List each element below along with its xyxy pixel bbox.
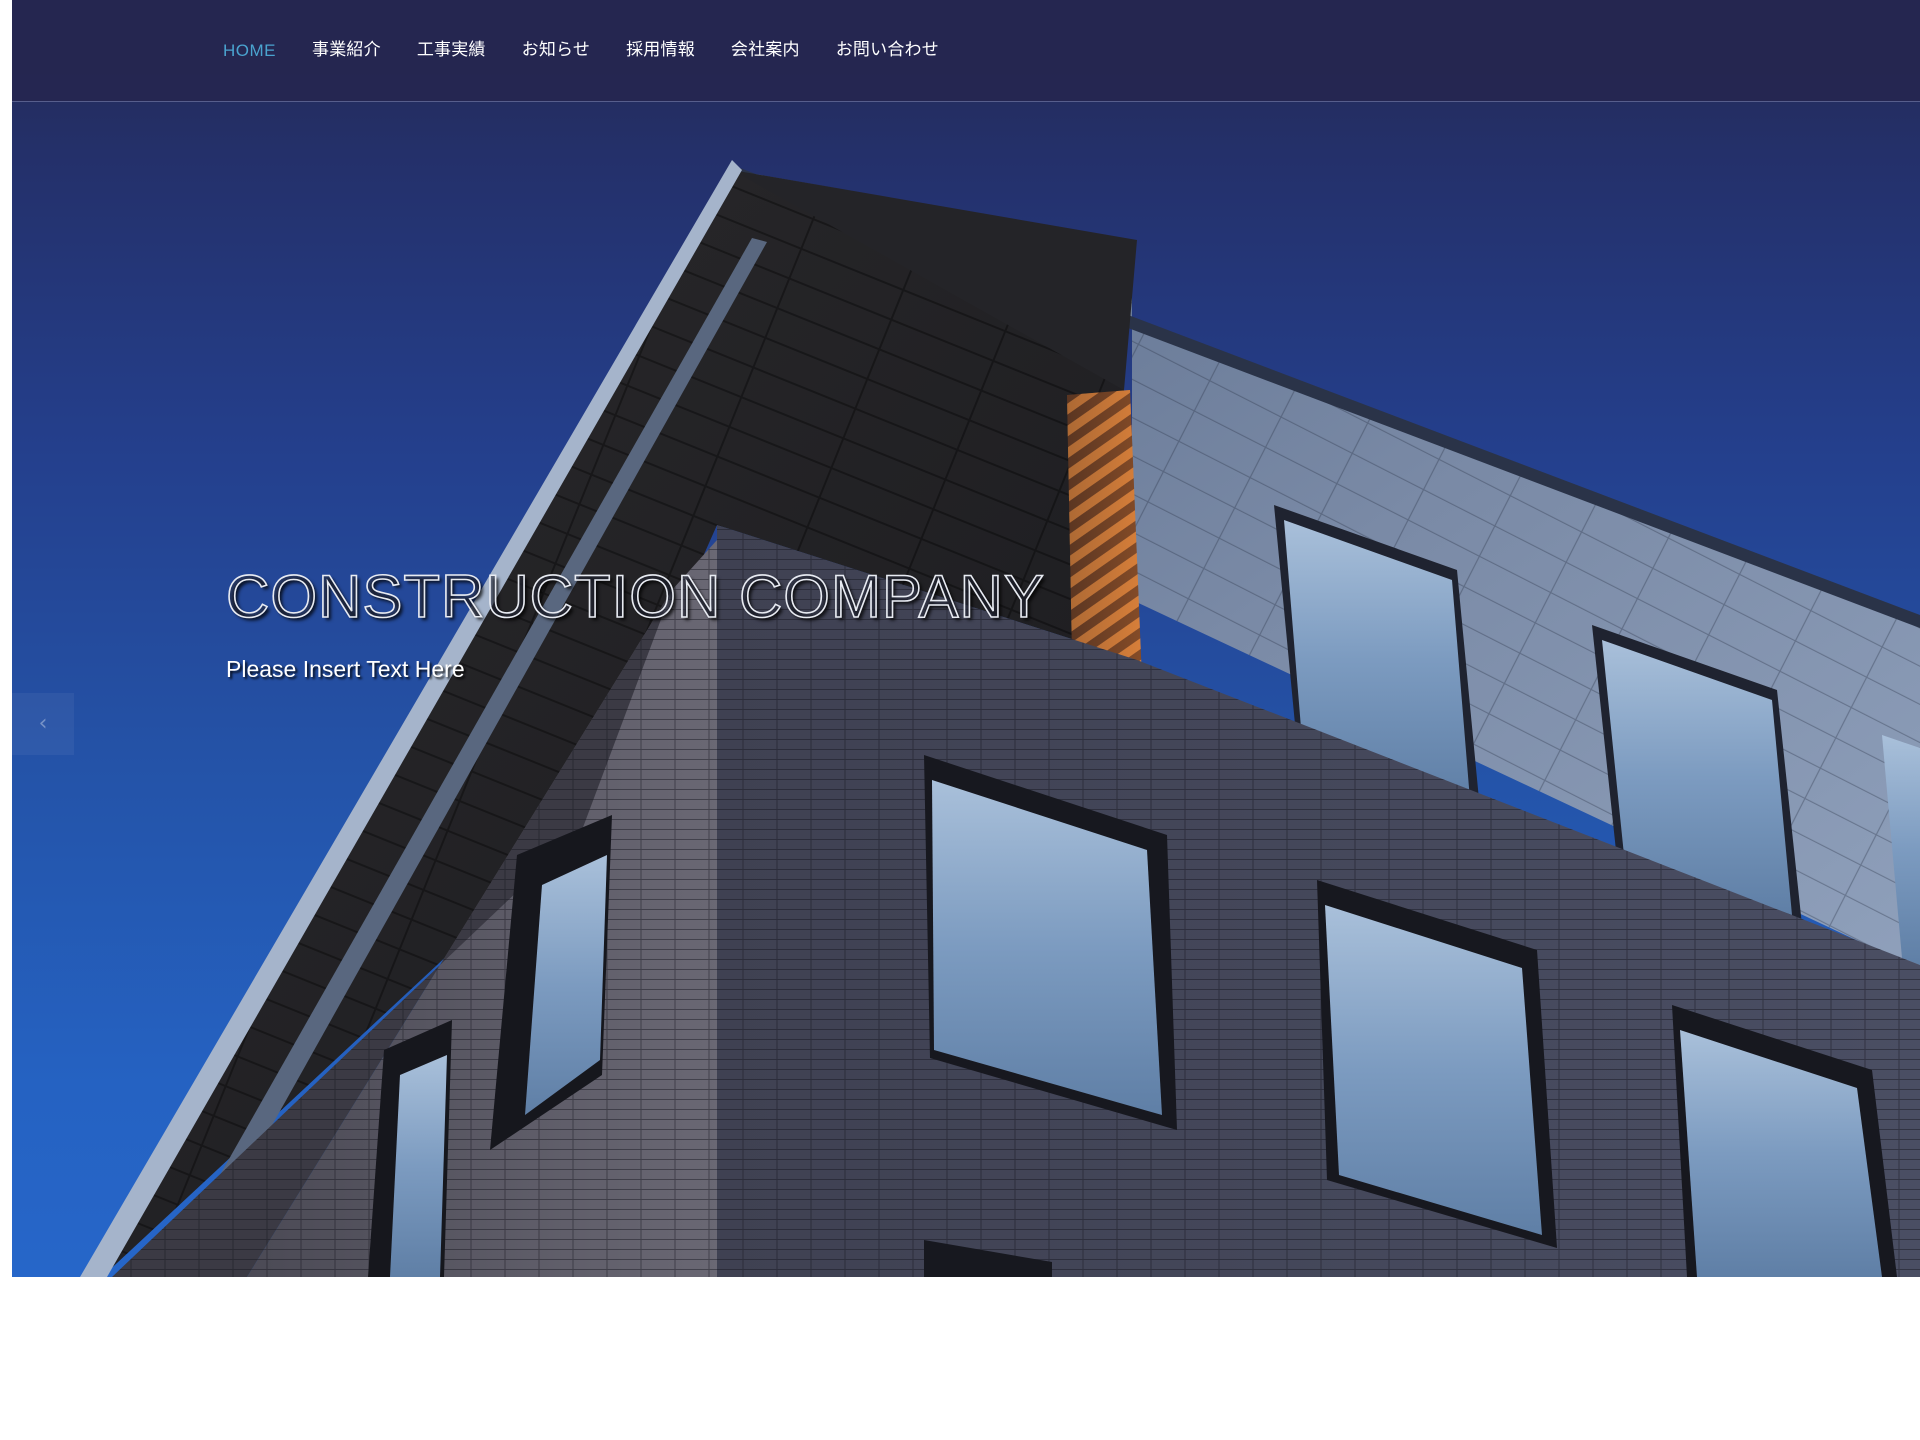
hero-slider: CONSTRUCTION COMPANY Please Insert Text … [12,0,1920,1277]
nav-item-home: HOME [211,0,294,101]
site-header: HOME 事業紹介 工事実績 お知らせ 採用情報 会社案内 お問い合わせ [12,0,1920,102]
building-facade-photo [80,160,1920,1277]
nav-link-home[interactable]: HOME [211,0,294,101]
nav-item-contact: お問い合わせ [818,0,957,101]
nav-item-news: お知らせ [504,0,608,101]
page: CONSTRUCTION COMPANY Please Insert Text … [0,0,1920,1440]
main-nav: HOME 事業紹介 工事実績 お知らせ 採用情報 会社案内 お問い合わせ [211,0,957,101]
hero-subtitle: Please Insert Text Here [226,656,465,682]
nav-item-business: 事業紹介 [294,0,399,101]
nav-item-company: 会社案内 [713,0,818,101]
nav-link-recruit[interactable]: 採用情報 [608,0,713,101]
nav-item-works: 工事実績 [399,0,504,101]
nav-link-company[interactable]: 会社案内 [713,0,818,101]
nav-link-works[interactable]: 工事実績 [399,0,504,101]
hero-title: CONSTRUCTION COMPANY [225,562,1045,631]
nav-link-business[interactable]: 事業紹介 [294,0,399,101]
nav-link-contact[interactable]: お問い合わせ [818,0,957,101]
slider-prev-button[interactable]: ‹ [12,693,74,755]
nav-item-recruit: 採用情報 [608,0,713,101]
chevron-left-icon: ‹ [38,711,48,736]
nav-link-news[interactable]: お知らせ [504,0,608,101]
